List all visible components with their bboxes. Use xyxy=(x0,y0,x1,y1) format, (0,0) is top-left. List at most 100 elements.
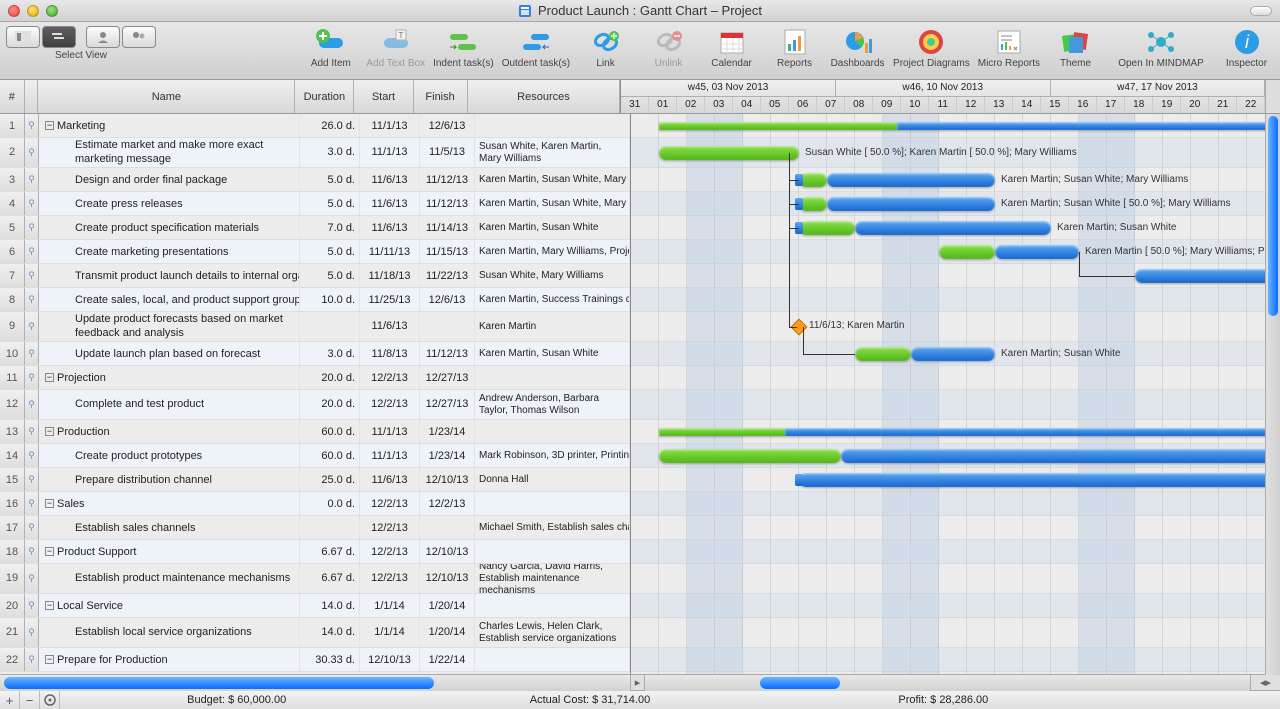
task-duration[interactable]: 26.0 d. xyxy=(300,114,360,137)
collapse-icon[interactable]: − xyxy=(45,655,54,664)
task-row[interactable]: 7⚲Transmit product launch details to int… xyxy=(0,264,630,288)
calendar-button[interactable]: Calendar xyxy=(704,26,759,69)
task-row[interactable]: 20⚲−Local Service14.0 d.1/1/141/20/14 xyxy=(0,594,630,618)
task-finish[interactable]: 1/20/14 xyxy=(420,618,475,647)
task-finish[interactable]: 12/10/13 xyxy=(420,564,475,593)
task-resources[interactable]: Susan White, Mary Williams xyxy=(475,264,630,287)
task-resources[interactable]: Karen Martin, Susan White, Mary Williams xyxy=(475,192,630,215)
task-name[interactable]: Create product prototypes xyxy=(39,444,300,467)
task-name[interactable]: Create marketing presentations xyxy=(39,240,300,263)
task-resources[interactable]: Charles Lewis, Helen Clark, Establish se… xyxy=(475,618,630,647)
gantt-bar[interactable] xyxy=(995,245,1079,259)
summary-bar[interactable] xyxy=(897,122,1275,130)
task-resources[interactable]: Mark Robinson, 3D printer, Printing mate… xyxy=(475,444,630,467)
task-row[interactable]: 18⚲−Product Support6.67 d.12/2/1312/10/1… xyxy=(0,540,630,564)
task-name[interactable]: −Local Service xyxy=(39,594,300,617)
task-start[interactable]: 12/2/13 xyxy=(360,540,420,563)
gantt-bar[interactable] xyxy=(841,449,1275,463)
task-start[interactable]: 11/1/13 xyxy=(360,138,420,167)
gantt-bar[interactable] xyxy=(911,347,995,361)
inspector-button[interactable]: i Inspector xyxy=(1219,26,1274,69)
task-row[interactable]: 15⚲Prepare distribution channel25.0 d.11… xyxy=(0,468,630,492)
outdent-button[interactable]: Outdent task(s) xyxy=(502,26,570,69)
collapse-icon[interactable]: − xyxy=(45,121,54,130)
task-resources[interactable] xyxy=(475,420,630,443)
task-duration[interactable]: 5.0 d. xyxy=(300,192,360,215)
task-finish[interactable]: 11/22/13 xyxy=(420,264,475,287)
task-row[interactable]: 21⚲Establish local service organizations… xyxy=(0,618,630,648)
task-resources[interactable] xyxy=(475,594,630,617)
add-row-button[interactable]: + xyxy=(0,691,20,709)
task-resources[interactable]: Karen Martin, Susan White xyxy=(475,216,630,239)
col-duration[interactable]: Duration xyxy=(295,80,354,113)
task-resources[interactable]: Karen Martin, Susan White xyxy=(475,342,630,365)
task-row[interactable]: 6⚲Create marketing presentations5.0 d.11… xyxy=(0,240,630,264)
task-start[interactable]: 1/1/14 xyxy=(360,618,420,647)
task-row[interactable]: 12⚲Complete and test product20.0 d.12/2/… xyxy=(0,390,630,420)
col-resources[interactable]: Resources xyxy=(468,80,621,113)
task-row[interactable]: 11⚲−Projection20.0 d.12/2/1312/27/13 xyxy=(0,366,630,390)
task-row[interactable]: 5⚲Create product specification materials… xyxy=(0,216,630,240)
task-duration[interactable]: 5.0 d. xyxy=(300,264,360,287)
task-name[interactable]: −Prepare for Production xyxy=(39,648,300,671)
task-finish[interactable]: 11/5/13 xyxy=(420,138,475,167)
close-icon[interactable] xyxy=(8,5,20,17)
task-resources[interactable]: Susan White, Karen Martin, Mary Williams xyxy=(475,138,630,167)
task-name[interactable]: Update launch plan based on forecast xyxy=(39,342,300,365)
gantt-bar[interactable] xyxy=(799,221,855,235)
gantt-bar[interactable] xyxy=(855,347,911,361)
task-name[interactable]: Update product forecasts based on market… xyxy=(39,312,300,341)
minimize-icon[interactable] xyxy=(27,5,39,17)
summary-bar[interactable] xyxy=(659,122,897,130)
task-duration[interactable]: 0.0 d. xyxy=(300,492,360,515)
task-name[interactable]: −Marketing xyxy=(39,114,300,137)
task-name[interactable]: Prepare distribution channel xyxy=(39,468,300,491)
col-num[interactable]: # xyxy=(0,80,25,113)
add-item-button[interactable]: Add Item xyxy=(303,26,358,69)
task-start[interactable]: 11/18/13 xyxy=(360,264,420,287)
task-finish[interactable]: 11/12/13 xyxy=(420,192,475,215)
task-duration[interactable]: 10.0 d. xyxy=(300,288,360,311)
remove-row-button[interactable]: − xyxy=(20,691,40,709)
open-mindmap-button[interactable]: Open In MINDMAP xyxy=(1111,26,1211,69)
task-finish[interactable]: 12/27/13 xyxy=(420,390,475,419)
col-link[interactable] xyxy=(25,80,39,113)
task-resources[interactable]: Nancy Garcia, David Harris, Establish ma… xyxy=(475,564,630,593)
vertical-scrollbar[interactable] xyxy=(1265,114,1280,675)
task-row[interactable]: 1⚲−Marketing26.0 d.11/1/1312/6/13 xyxy=(0,114,630,138)
task-duration[interactable]: 6.67 d. xyxy=(300,540,360,563)
task-name[interactable]: −Product Support xyxy=(39,540,300,563)
task-start[interactable]: 11/25/13 xyxy=(360,288,420,311)
task-start[interactable]: 11/6/13 xyxy=(360,168,420,191)
task-resources[interactable] xyxy=(475,492,630,515)
task-name[interactable]: Design and order final package xyxy=(39,168,300,191)
task-start[interactable]: 12/2/13 xyxy=(360,564,420,593)
gantt-bar[interactable] xyxy=(827,197,995,211)
task-start[interactable]: 1/1/14 xyxy=(360,594,420,617)
scroll-arrow-icon[interactable]: ▸ xyxy=(630,675,645,690)
task-start[interactable]: 11/11/13 xyxy=(360,240,420,263)
task-resources[interactable]: Michael Smith, Establish sales channels xyxy=(475,516,630,539)
gantt-bar[interactable] xyxy=(799,173,827,187)
task-start[interactable]: 12/2/13 xyxy=(360,492,420,515)
task-row[interactable]: 10⚲Update launch plan based on forecast3… xyxy=(0,342,630,366)
add-text-box-button[interactable]: T Add Text Box xyxy=(366,26,425,69)
task-name[interactable]: Complete and test product xyxy=(39,390,300,419)
task-start[interactable]: 12/2/13 xyxy=(360,390,420,419)
theme-button[interactable]: Theme xyxy=(1048,26,1103,69)
task-start[interactable]: 11/6/13 xyxy=(360,468,420,491)
gantt-bar[interactable] xyxy=(799,473,1275,487)
task-start[interactable]: 11/1/13 xyxy=(360,420,420,443)
indent-button[interactable]: Indent task(s) xyxy=(433,26,494,69)
gantt-bar[interactable] xyxy=(799,197,827,211)
collapse-icon[interactable]: − xyxy=(45,373,54,382)
task-finish[interactable]: 1/23/14 xyxy=(420,420,475,443)
task-row[interactable]: 13⚲−Production60.0 d.11/1/131/23/14 xyxy=(0,420,630,444)
view-gantt-button[interactable] xyxy=(42,26,76,48)
task-duration[interactable] xyxy=(300,516,360,539)
task-finish[interactable]: 11/14/13 xyxy=(420,216,475,239)
task-resources[interactable]: Karen Martin xyxy=(475,312,630,341)
task-duration[interactable]: 14.0 d. xyxy=(300,594,360,617)
task-row[interactable]: 2⚲Estimate market and make more exact ma… xyxy=(0,138,630,168)
scroll-arrows-icon[interactable]: ◂▸ xyxy=(1250,675,1280,690)
